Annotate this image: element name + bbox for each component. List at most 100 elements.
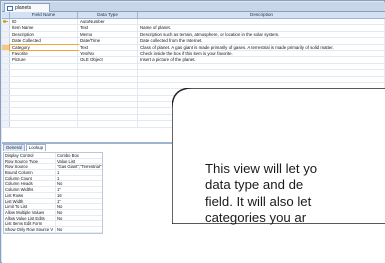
row-selector[interactable]	[2, 44, 10, 50]
data-type-cell[interactable]: Yes/No	[78, 50, 138, 57]
data-type-cell[interactable]	[78, 63, 138, 70]
data-type-cell[interactable]: AutoNumber	[78, 19, 138, 25]
field-name-cell[interactable]: Description	[10, 31, 78, 38]
description-header: Description	[250, 12, 273, 17]
callout-line-4: categories you ar	[205, 210, 307, 226]
property-value[interactable]: Value List	[56, 159, 102, 164]
row-selector[interactable]	[2, 95, 10, 102]
description-cell[interactable]: Date collected from the Internet.	[138, 38, 385, 44]
callout-line-3: field. It will also let	[205, 193, 312, 209]
property-label: List Rows	[4, 192, 56, 198]
property-value[interactable]: No	[56, 216, 102, 221]
callout-line-1: This view will let yo	[205, 161, 318, 176]
row-selector[interactable]	[2, 63, 10, 70]
data-type-cell[interactable]: Date/Time	[78, 38, 138, 44]
primary-key-icon	[3, 20, 8, 24]
description-cell[interactable]	[138, 70, 385, 76]
data-type-cell[interactable]: OLE Object	[78, 57, 138, 63]
property-value[interactable]: 1"	[56, 199, 102, 204]
row-selector[interactable]	[2, 114, 10, 121]
property-label: Column Heads	[4, 181, 56, 187]
property-label: Bound Column	[4, 170, 56, 175]
row-selector[interactable]	[2, 82, 10, 89]
property-value[interactable]: No	[56, 210, 102, 215]
field-name-cell[interactable]: Category	[9, 43, 79, 52]
property-value[interactable]: 1"	[56, 187, 102, 192]
description-cell[interactable]: Name of planet.	[138, 25, 385, 31]
field-name-cell[interactable]: Favorite	[10, 50, 78, 57]
description-cell[interactable]	[138, 76, 385, 82]
field-name-cell[interactable]	[10, 76, 78, 82]
field-name-cell[interactable]	[10, 70, 78, 76]
data-type-cell[interactable]	[78, 89, 138, 95]
data-type-cell[interactable]	[78, 102, 138, 108]
row-selector[interactable]	[2, 50, 10, 57]
row-selector[interactable]	[2, 38, 10, 44]
description-cell[interactable]: Insert a picture of the planet.	[138, 57, 385, 63]
property-value[interactable]: Combo Box	[56, 153, 102, 158]
description-cell[interactable]: Check inside the box if this item is you…	[138, 50, 385, 57]
field-properties-tabs: General Lookup	[2, 144, 47, 152]
property-label: Row Source	[4, 164, 56, 170]
tab-general[interactable]: General	[3, 144, 25, 151]
data-type-cell[interactable]	[78, 82, 138, 89]
property-value[interactable]: No	[56, 227, 102, 232]
field-name-cell[interactable]	[10, 114, 78, 121]
field-name-cell[interactable]: Date Collected	[10, 38, 78, 44]
description-cell[interactable]	[138, 63, 385, 70]
property-label: Allow Value List Edits	[4, 215, 56, 221]
row-selector[interactable]	[2, 76, 10, 82]
document-tab-strip: planets	[2, 2, 385, 12]
property-label: Limit To List	[4, 204, 56, 209]
row-selector[interactable]	[2, 25, 10, 31]
property-row[interactable]: Show Only Row Source V No	[4, 226, 102, 233]
property-label: Display Control	[4, 153, 56, 158]
lookup-properties-table: Display Control Combo Box Row Source Type V…	[3, 152, 103, 234]
row-selector[interactable]	[2, 108, 10, 114]
description-cell[interactable]: Description such as terrain, atmosphere,…	[138, 31, 385, 38]
field-name-cell[interactable]: Item Name	[10, 25, 78, 31]
data-type-cell[interactable]	[78, 121, 138, 127]
data-type-cell[interactable]: Text	[78, 44, 138, 50]
property-value[interactable]: No	[56, 204, 102, 209]
field-name-cell[interactable]: Picture	[10, 57, 78, 63]
tab-lookup[interactable]: Lookup	[25, 144, 47, 151]
property-label: Allow Multiple Values	[4, 209, 56, 215]
property-value[interactable]: 1	[56, 170, 102, 175]
description-cell[interactable]	[138, 19, 385, 25]
row-selector[interactable]	[2, 57, 10, 63]
data-type-cell[interactable]	[78, 108, 138, 114]
property-value[interactable]: 1	[56, 176, 102, 181]
property-value[interactable]: "Gas Giant";"Terrestrial"	[56, 164, 102, 170]
data-type-cell[interactable]	[78, 70, 138, 76]
property-value[interactable]: 16	[56, 193, 102, 198]
field-name-cell[interactable]	[10, 108, 78, 114]
field-name-cell[interactable]	[10, 82, 78, 89]
property-value[interactable]: No	[56, 181, 102, 187]
data-type-cell[interactable]: Memo	[78, 31, 138, 38]
data-type-cell[interactable]: Text	[78, 25, 138, 31]
callout-text: This view will let yo data type and de f…	[205, 161, 385, 227]
property-label: Column Count	[4, 175, 56, 181]
table-icon	[7, 5, 13, 11]
field-name-cell[interactable]	[10, 121, 78, 127]
field-name-cell[interactable]	[10, 63, 78, 70]
callout-line-2: data type and de	[205, 177, 304, 193]
row-selector[interactable]	[2, 102, 10, 108]
field-name-cell[interactable]: ID	[10, 19, 78, 25]
description-cell[interactable]: Class of planet. A gas giant is made pri…	[138, 44, 385, 50]
data-type-cell[interactable]	[78, 76, 138, 82]
row-selector[interactable]	[2, 19, 10, 25]
document-tab-planets[interactable]: planets	[4, 3, 50, 12]
property-value[interactable]	[56, 221, 102, 226]
field-name-cell[interactable]	[10, 95, 78, 102]
document-tab-label: planets	[15, 4, 32, 11]
data-type-cell[interactable]	[78, 114, 138, 121]
row-selector[interactable]	[2, 89, 10, 95]
field-name-cell[interactable]	[10, 89, 78, 95]
row-selector[interactable]	[2, 121, 10, 127]
data-type-cell[interactable]	[78, 95, 138, 102]
row-selector[interactable]	[2, 31, 10, 38]
field-name-cell[interactable]	[10, 102, 78, 108]
row-selector[interactable]	[2, 70, 10, 76]
